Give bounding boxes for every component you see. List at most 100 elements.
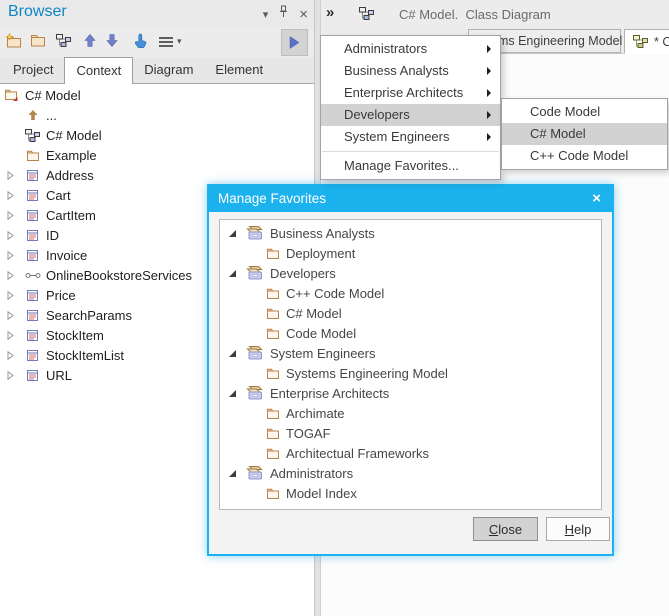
favorites-item-label: TOGAF (286, 426, 331, 441)
nav-up-icon[interactable] (84, 33, 96, 48)
expand-arrow-icon[interactable] (3, 268, 23, 282)
tab-project[interactable]: Project (2, 57, 64, 83)
favorites-item-row[interactable]: C++ Code Model (220, 283, 601, 303)
expand-arrow-icon[interactable] (3, 288, 23, 302)
menu-item-label: C++ Code Model (530, 148, 628, 163)
group-icon (244, 265, 264, 281)
model-folder-icon (2, 88, 21, 102)
dialog-titlebar[interactable]: Manage Favorites × (209, 186, 612, 212)
group-label: Administrators (270, 466, 353, 481)
tree-item[interactable]: C# Model (0, 125, 314, 145)
tab-element[interactable]: Element (204, 57, 274, 83)
menu-item-developers[interactable]: Developers (321, 104, 500, 126)
favorites-item-row[interactable]: Model Index (220, 483, 601, 503)
expand-down-icon[interactable] (227, 228, 239, 239)
menu-item-business-analysts[interactable]: Business Analysts (321, 60, 500, 82)
favorites-item-row[interactable]: Archimate (220, 403, 601, 423)
diagram-icon (358, 6, 375, 21)
tab-diagram[interactable]: Diagram (133, 57, 204, 83)
favorites-item-label: Deployment (286, 246, 355, 261)
expand-arrow-icon[interactable] (3, 348, 23, 362)
menu-item-manage-favorites[interactable]: Manage Favorites... (321, 155, 500, 177)
dialog-close-icon[interactable]: × (592, 186, 601, 211)
tree-item-label: Example (46, 148, 97, 163)
hamburger-icon[interactable] (158, 36, 174, 48)
menu-item-label: Code Model (530, 104, 600, 119)
favorites-group-row[interactable]: Business Analysts (220, 223, 601, 243)
expand-arrow-icon[interactable] (3, 248, 23, 262)
tree-item-label: ID (46, 228, 59, 243)
submenu-item-c++-code-model[interactable]: C++ Code Model (502, 145, 667, 167)
pin-icon[interactable] (278, 5, 289, 23)
document-tab-label: * C# Model (654, 35, 669, 49)
tree-item-label: Invoice (46, 248, 87, 263)
favorites-item-row[interactable]: Architectual Frameworks (220, 443, 601, 463)
expand-down-icon[interactable] (227, 268, 239, 279)
new-model-icon[interactable] (5, 33, 22, 48)
menu-item-label: Manage Favorites... (344, 158, 459, 173)
favorites-listbox[interactable]: Business Analysts Deployment Developers C++… (219, 219, 602, 510)
expand-arrow-icon[interactable] (3, 228, 23, 242)
window-menu-caret-icon[interactable]: ▾ (263, 8, 269, 21)
favorites-item-row[interactable]: Systems Engineering Model (220, 363, 601, 383)
chevron-right-icon[interactable]: » (326, 4, 334, 21)
favorites-item-row[interactable]: Code Model (220, 323, 601, 343)
tree-item-label: StockItemList (46, 348, 124, 363)
close-icon[interactable]: × (299, 6, 308, 23)
diagram-icon[interactable] (55, 33, 72, 48)
tab-context[interactable]: Context (64, 57, 133, 84)
up-arrow-icon (23, 109, 42, 121)
favorites-group-row[interactable]: Developers (220, 263, 601, 283)
document-tab-c#-model[interactable]: * C# Model (624, 29, 669, 54)
group-icon (244, 385, 264, 401)
expand-arrow-icon[interactable] (3, 188, 23, 202)
menu-item-label: Administrators (344, 41, 427, 56)
link-hand-icon[interactable] (134, 33, 148, 49)
menu-item-label: Developers (344, 107, 410, 122)
diagram-olive-icon (632, 34, 649, 49)
expand-arrow-icon[interactable] (3, 368, 23, 382)
group-icon (244, 465, 264, 481)
favorites-item-row[interactable]: Deployment (220, 243, 601, 263)
tree-item[interactable]: Example (0, 145, 314, 165)
menu-item-label: System Engineers (344, 129, 450, 144)
class-icon (23, 169, 42, 182)
tree-item-label: CartItem (46, 208, 96, 223)
tree-item-label: Address (46, 168, 94, 183)
favorites-menu: Administrators Business AnalystsEnterpris… (320, 35, 501, 180)
expand-arrow-icon[interactable] (3, 208, 23, 222)
menu-item-administrators[interactable]: Administrators (321, 38, 500, 60)
submenu-item-code-model[interactable]: Code Model (502, 101, 667, 123)
tree-item[interactable]: ... (0, 105, 314, 125)
hamburger-caret-icon[interactable]: ▾ (177, 36, 182, 47)
play-icon (288, 35, 301, 50)
play-button[interactable] (281, 29, 308, 56)
menu-item-system-engineers[interactable]: System Engineers (321, 126, 500, 148)
folder-icon (266, 427, 280, 440)
expand-arrow-icon[interactable] (3, 168, 23, 182)
nav-down-icon[interactable] (106, 33, 118, 48)
help-button[interactable]: Help (546, 517, 610, 541)
group-icon (244, 345, 264, 361)
expand-arrow-icon[interactable] (3, 308, 23, 322)
favorites-group-row[interactable]: Enterprise Architects (220, 383, 601, 403)
favorites-item-label: C# Model (286, 306, 342, 321)
menu-item-enterprise-architects[interactable]: Enterprise Architects (321, 82, 500, 104)
tree-item[interactable]: Address (0, 165, 314, 185)
expand-down-icon[interactable] (227, 388, 239, 399)
expand-down-icon[interactable] (227, 348, 239, 359)
expand-arrow-icon[interactable] (3, 328, 23, 342)
favorites-group-row[interactable]: Administrators (220, 463, 601, 483)
expand-down-icon[interactable] (227, 468, 239, 479)
submenu-item-c#-model[interactable]: C# Model (502, 123, 667, 145)
tree-item-label: OnlineBookstoreServices (46, 268, 192, 283)
open-folder-icon[interactable] (30, 33, 46, 47)
favorites-item-row[interactable]: C# Model (220, 303, 601, 323)
favorites-item-row[interactable]: TOGAF (220, 423, 601, 443)
submenu-arrow-icon (487, 89, 491, 97)
class-icon (23, 189, 42, 202)
favorites-group-row[interactable]: System Engineers (220, 343, 601, 363)
close-button[interactable]: Close (473, 517, 538, 541)
tree-item[interactable]: C# Model (0, 85, 314, 105)
favorites-item-label: C++ Code Model (286, 286, 384, 301)
